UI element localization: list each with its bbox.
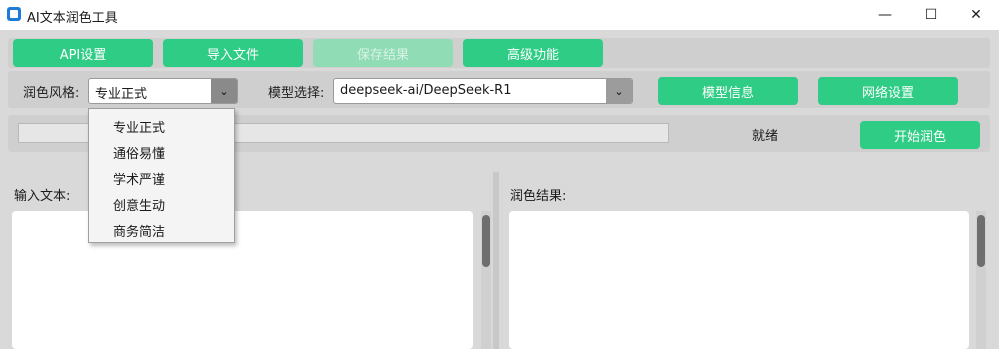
close-button[interactable]: ✕ [953, 0, 999, 30]
style-option[interactable]: 专业正式 [113, 117, 165, 136]
model-info-button[interactable]: 模型信息 [658, 77, 798, 105]
network-settings-button[interactable]: 网络设置 [818, 77, 958, 105]
output-textarea[interactable] [509, 211, 969, 349]
api-settings-button[interactable]: API设置 [13, 39, 153, 67]
panel-splitter[interactable] [493, 172, 499, 349]
save-result-button[interactable]: 保存结果 [313, 39, 453, 67]
style-option[interactable]: 通俗易懂 [113, 143, 165, 162]
status-text: 就绪 [752, 129, 779, 144]
style-label: 润色风格: [23, 86, 80, 101]
window-title: AI文本润色工具 [27, 11, 118, 26]
model-select[interactable]: deepseek-ai/DeepSeek-R1 ⌄ [333, 78, 633, 104]
style-option[interactable]: 学术严谨 [113, 169, 165, 188]
minimize-button[interactable]: — [862, 0, 908, 30]
input-scroll-thumb[interactable] [482, 215, 490, 267]
style-option[interactable]: 商务简洁 [113, 221, 165, 240]
maximize-button[interactable]: ☐ [908, 0, 954, 30]
output-scroll-thumb[interactable] [977, 215, 985, 267]
model-select-value: deepseek-ai/DeepSeek-R1 [340, 83, 512, 98]
style-option[interactable]: 创意生动 [113, 195, 165, 214]
model-label: 模型选择: [268, 86, 325, 101]
chevron-down-icon[interactable]: ⌄ [606, 79, 632, 103]
style-select-value: 专业正式 [95, 87, 148, 102]
input-textarea[interactable] [12, 211, 473, 349]
title-bar: AI文本润色工具 — ☐ ✕ [0, 0, 999, 30]
advanced-features-button[interactable]: 高级功能 [463, 39, 603, 67]
start-polish-button[interactable]: 开始润色 [860, 121, 980, 149]
style-dropdown-list: 专业正式 通俗易懂 学术严谨 创意生动 商务简洁 [88, 108, 235, 243]
input-label: 输入文本: [14, 189, 71, 204]
chevron-down-icon[interactable]: ⌄ [211, 79, 237, 103]
style-select[interactable]: 专业正式 ⌄ [88, 78, 238, 104]
import-file-button[interactable]: 导入文件 [163, 39, 303, 67]
app-icon [7, 7, 21, 21]
output-label: 润色结果: [510, 189, 567, 204]
